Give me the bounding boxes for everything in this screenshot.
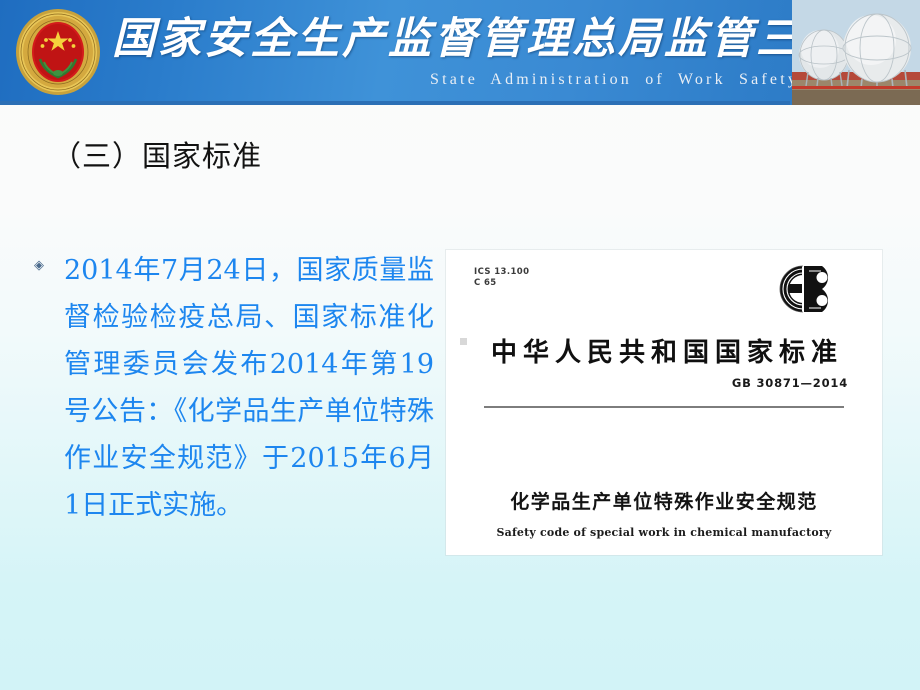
- spherical-storage-tanks-photo: [792, 0, 920, 105]
- diamond-bullet-icon: ◈: [34, 257, 44, 272]
- bullet-item-text: 2014年7月24日，国家质量监督检验检疫总局、国家标准化管理委员会发布2014…: [64, 255, 435, 521]
- banner-underline: [0, 101, 790, 105]
- document-horizontal-rule: [484, 406, 844, 408]
- document-subject-title-en: Safety code of special work in chemical …: [496, 526, 832, 539]
- standard-document-cover-image: ICS 13.100 C 65 中华人民共和国国家标准 GB 30871—201…: [446, 250, 882, 555]
- document-ics-line1: ICS 13.100: [474, 267, 530, 277]
- page-title: （三）国家标准: [52, 139, 263, 173]
- bullet-list-item: ◈ 2014年7月24日，国家质量监督检验检疫总局、国家标准化管理委员会发布20…: [34, 247, 434, 529]
- gb-logo-icon: [759, 263, 851, 315]
- document-standard-number: GB 30871—2014: [731, 376, 848, 390]
- document-ics-line2: C 65: [474, 278, 497, 288]
- document-ics-code: ICS 13.100 C 65: [474, 267, 529, 289]
- document-main-title: 中华人民共和国国家标准: [490, 338, 843, 368]
- banner-subtitle-en: State Administration of Work Safety: [430, 71, 800, 88]
- page-header-banner: 国家安全生产监督管理总局监管三司 State Administration of…: [0, 0, 920, 105]
- document-subject-title-cn: 化学品生产单位特殊作业安全规范: [510, 491, 818, 513]
- banner-title-cn: 国家安全生产监督管理总局监管三司: [112, 14, 848, 64]
- national-emblem-icon: [14, 7, 102, 97]
